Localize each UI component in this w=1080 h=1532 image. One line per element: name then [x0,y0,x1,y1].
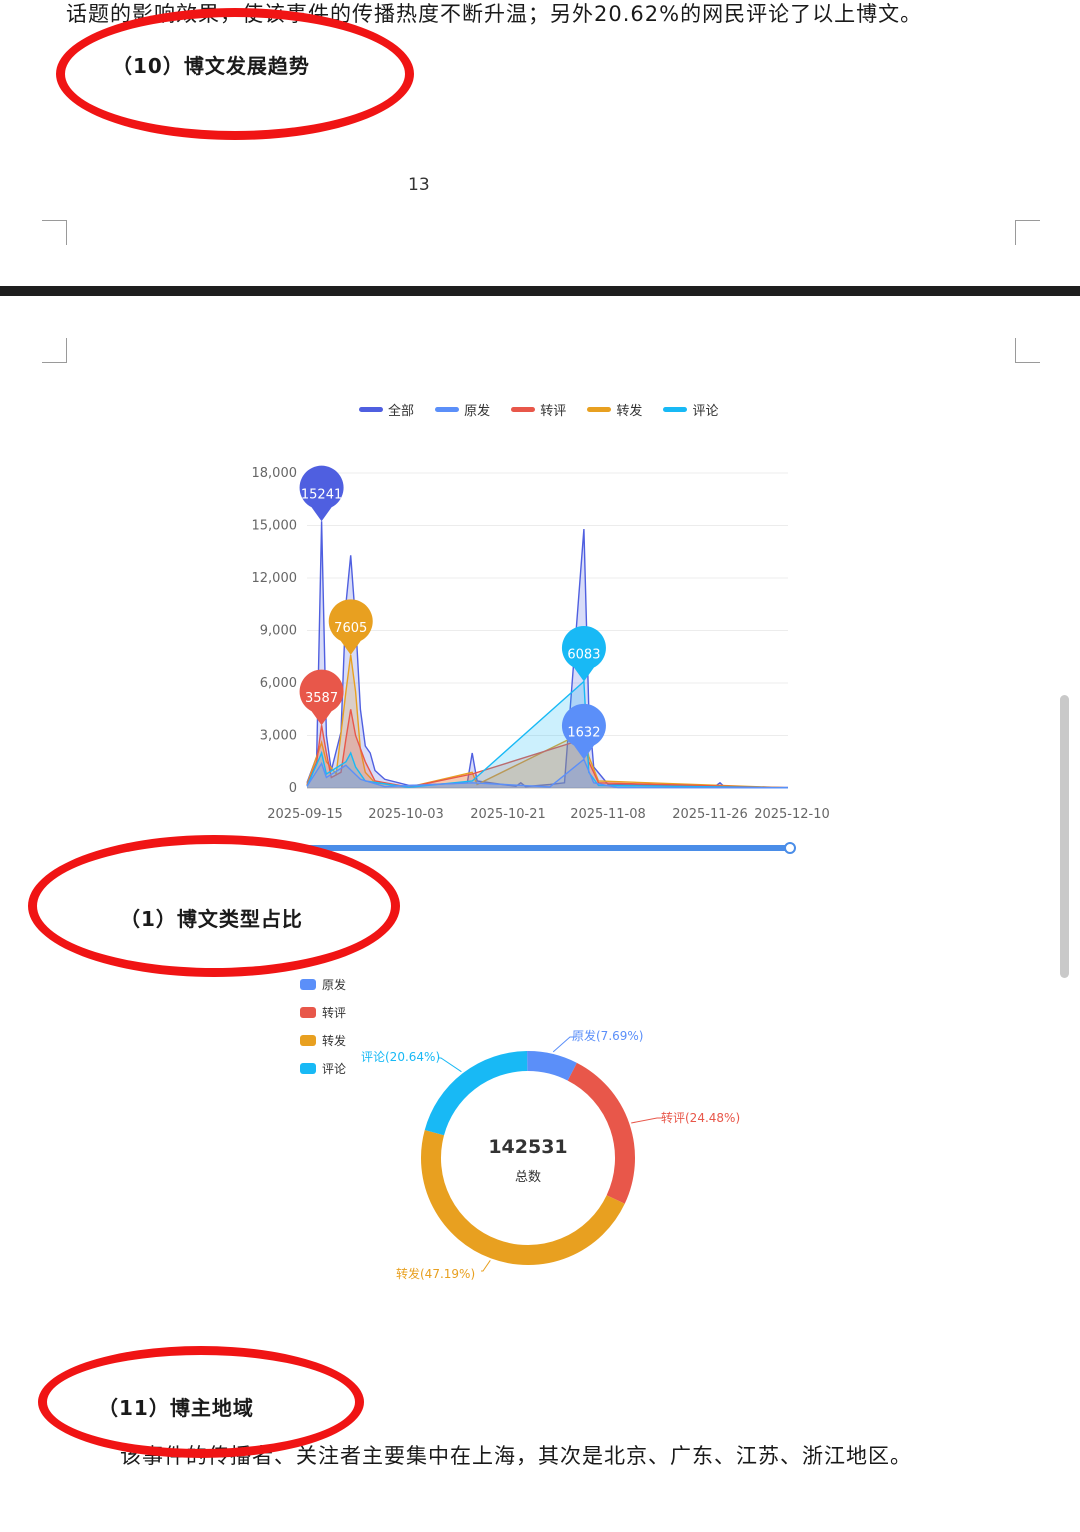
y-tick-label: 12,000 [252,571,298,586]
y-tick-label: 18,000 [252,466,298,481]
donut-slice [424,1051,528,1136]
legend-swatch [300,978,316,990]
legend-item-original[interactable]: 原发 [435,400,490,419]
slice-leader-line [439,1057,462,1073]
legend-swatch [587,407,612,412]
slice-label: 转发(47.19%) [396,1266,475,1281]
slice-leader-line [481,1260,491,1272]
page-corner-mark [1015,338,1040,363]
red-annotation-ellipse [56,8,414,140]
legend-swatch [663,407,688,412]
legend-label: 转发 [616,404,643,419]
x-tick-label: 2025-10-03 [368,807,444,822]
page-corner-mark [1015,220,1040,245]
bubble-value: 1632 [567,725,600,740]
legend-label: 原发 [464,404,491,419]
red-annotation-ellipse [38,1346,364,1458]
x-tick-label: 2025-11-26 [672,807,748,822]
bubble-value: 7605 [334,621,367,636]
donut-total-value: 142531 [488,1136,568,1158]
page-corner-mark [42,220,67,245]
range-slider-track [307,845,792,851]
legend-label: 全部 [388,404,415,419]
slice-label: 评论(20.64%) [361,1050,440,1064]
page-number: 13 [408,175,430,195]
donut-slice [526,1050,577,1081]
bubble-value: 15241 [301,487,342,502]
range-slider-handle [784,842,796,854]
trend-chart: 18,000 15,000 12,000 9,000 6,000 3,000 0 2025-0… [252,465,830,854]
donut-total-label: 总数 [514,1170,541,1185]
legend-item-all[interactable]: 全部 [359,400,414,419]
legend-item-comment[interactable]: 评论 [663,400,718,419]
x-tick-label: 2025-09-15 [267,807,343,822]
legend-swatch [359,407,383,412]
slice-label: 原发(7.69%) [572,1028,644,1043]
x-tick-label: 2025-10-21 [470,807,546,822]
legend-label: 转评 [540,404,567,419]
bubble-value: 3587 [305,691,338,706]
page-break-divider [0,286,1080,296]
y-tick-label: 9,000 [260,624,297,639]
series-area [307,681,788,788]
red-annotation-ellipse [28,835,400,977]
slice-label: 转评(24.48%) [661,1110,740,1125]
slice-leader-line [631,1117,663,1124]
y-tick-label: 6,000 [260,676,297,691]
bubble-value: 6083 [567,648,600,663]
y-tick-label: 0 [289,781,297,796]
legend-item-repost[interactable]: 转发 [587,400,642,419]
donut-slice [567,1062,635,1204]
data-marker-bubble: 7605 [328,599,373,655]
legend-swatch [435,407,460,412]
x-tick-label: 2025-12-10 [754,807,830,822]
legend-label: 评论 [692,404,719,419]
data-marker-bubble: 15241 [299,465,344,522]
legend-item-comment-repost[interactable]: 转评 [511,400,566,419]
page-corner-mark [42,338,67,363]
legend-label: 原发 [322,977,347,992]
vertical-scrollbar[interactable] [1060,695,1069,978]
trend-legend: 全部 原发 转评 转发 评论 [359,397,734,419]
data-marker-bubble: 6083 [561,625,606,682]
x-tick-label: 2025-11-08 [570,807,646,822]
y-tick-label: 15,000 [252,519,298,534]
pie-legend-item-original[interactable]: 原发 [300,970,346,998]
y-tick-label: 3,000 [260,729,297,744]
legend-swatch [511,407,536,412]
data-marker-bubble: 3587 [299,669,344,726]
